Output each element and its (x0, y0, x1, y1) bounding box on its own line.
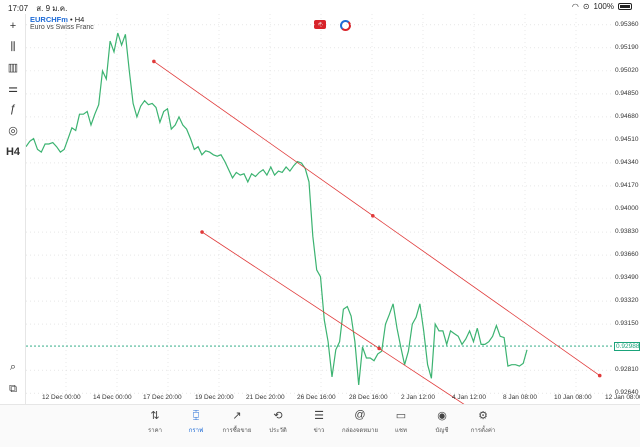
price-tick-label: 0.93830 (615, 228, 639, 236)
trendline-lower (201, 231, 499, 428)
accounts-icon: ◉ (437, 410, 447, 422)
time-tick-label: 8 Jan 08:00 (503, 394, 537, 401)
tab-quotes[interactable]: ⇅ ราคา (135, 409, 175, 435)
chat-icon: ▭ (395, 410, 407, 422)
wifi-icon: ◠ (571, 2, 579, 11)
trendline-upper (153, 61, 600, 376)
price-tick-label: 0.94170 (615, 181, 639, 189)
chart-area[interactable] (25, 14, 628, 429)
current-price-label: 0.92988 (614, 342, 640, 352)
time-tick-label: 26 Dec 16:00 (297, 394, 336, 401)
status-bar: 17:07 ส. 9 ม.ค. ◠ ⊙ 100% (0, 0, 640, 13)
price-tick-label: 0.94510 (615, 135, 639, 143)
trendline-anchor[interactable] (152, 59, 156, 64)
time-tick-label: 12 Jan 08:00 (605, 394, 640, 401)
price-chart[interactable] (25, 14, 628, 429)
tab-label: กล่องจดหมาย (341, 428, 379, 434)
time-tick-label: 28 Dec 16:00 (349, 394, 388, 401)
time-tick-label: 12 Dec 00:00 (42, 394, 81, 401)
time-tick-label: 17 Dec 20:00 (143, 394, 182, 401)
tab-label: การตั้งค่า (470, 428, 496, 434)
mailbox-icon: @ (354, 409, 366, 421)
quotes-icon: ⇅ (150, 410, 160, 422)
tab-label: แชท (395, 428, 407, 434)
tab-label: บัญชี (435, 428, 449, 434)
chart-type-icon[interactable]: ⫼ (4, 39, 22, 55)
tab-label: กราฟ (188, 428, 204, 434)
time-tick-label: 4 Jan 12:00 (452, 394, 486, 401)
price-tick-label: 0.93320 (615, 297, 639, 305)
tab-trade[interactable]: ↗ การซื้อขาย (217, 409, 257, 435)
settings-icon: ⚙ (478, 410, 488, 422)
trade-icon: ↗ (232, 410, 242, 422)
tab-history[interactable]: ⟲ ประวัติ (258, 409, 298, 435)
objects-icon[interactable]: ⚌ (4, 80, 22, 96)
price-tick-label: 0.93660 (615, 251, 639, 259)
battery-percent: 100% (593, 2, 614, 11)
trendline-anchor[interactable] (200, 230, 204, 234)
chart-toolbar: + ⫼ ▥ ⚌ ƒ ◎ H4 ⌕ ⧉ (0, 14, 26, 404)
zoom-icon[interactable]: ⌕ (4, 359, 22, 375)
crosshair-tool-icon[interactable]: + (4, 18, 22, 34)
battery-icon (618, 3, 632, 10)
news-icon: ☰ (314, 410, 324, 422)
price-tick-label: 0.94680 (615, 112, 639, 120)
tab-label: ราคา (148, 428, 162, 434)
charts-icon: ⧮ (192, 409, 200, 421)
trendline-anchor[interactable] (371, 213, 375, 218)
tab-charts[interactable]: ⧮ กราฟ (176, 409, 216, 435)
status-time: 17:07 (8, 4, 29, 13)
shapes-icon[interactable]: ◎ (4, 122, 22, 138)
price-line (25, 32, 528, 386)
indicators-icon[interactable]: ▥ (4, 59, 22, 75)
price-tick-label: 0.94850 (615, 89, 639, 97)
function-icon[interactable]: ƒ (4, 101, 22, 117)
status-date: ส. 9 ม.ค. (36, 4, 68, 13)
one-click-trading-icon[interactable]: ⧉ (4, 381, 22, 397)
price-tick-label: 0.94000 (615, 205, 639, 212)
tab-settings[interactable]: ⚙ การตั้งค่า (463, 409, 503, 435)
tab-accounts[interactable]: ◉ บัญชี (422, 409, 462, 435)
price-tick-label: 0.93490 (615, 274, 639, 282)
price-tick-label: 0.95190 (615, 43, 639, 51)
time-axis: 12 Dec 00:00 14 Dec 00:00 17 Dec 20:00 19 D… (26, 394, 640, 404)
time-tick-label: 19 Dec 20:00 (195, 394, 234, 401)
tab-label: ประวัติ (269, 428, 287, 434)
tab-chat[interactable]: ▭ แชท (381, 409, 421, 435)
price-tick-label: 0.92810 (615, 366, 639, 374)
time-tick-label: 14 Dec 00:00 (93, 394, 132, 401)
bottom-tab-bar: ⇅ ราคา ⧮ กราฟ ↗ การซื้อขาย ⟲ ประวัติ ☰ ข่าว @ กล่อง… (0, 404, 640, 447)
trendline-anchor[interactable] (377, 346, 381, 351)
tab-mailbox[interactable]: @ กล่องจดหมาย (340, 409, 380, 435)
price-tick-label: 0.93150 (615, 320, 639, 328)
trendline-anchor[interactable] (597, 373, 602, 378)
timeframe-button[interactable]: H4 (4, 144, 22, 160)
lock-rotation-icon: ⊙ (582, 2, 590, 11)
time-tick-label: 21 Dec 20:00 (246, 394, 285, 401)
tab-label: ข่าว (313, 428, 325, 434)
tab-news[interactable]: ☰ ข่าว (299, 409, 339, 435)
price-tick-label: 0.94340 (615, 158, 639, 166)
price-tick-label: 0.95020 (615, 66, 639, 74)
time-tick-label: 2 Jan 12:00 (401, 394, 435, 401)
price-tick-label: 0.95360 (615, 20, 639, 28)
history-icon: ⟲ (273, 410, 283, 422)
tab-label: การซื้อขาย (222, 428, 252, 434)
time-tick-label: 10 Jan 08:00 (554, 394, 592, 401)
